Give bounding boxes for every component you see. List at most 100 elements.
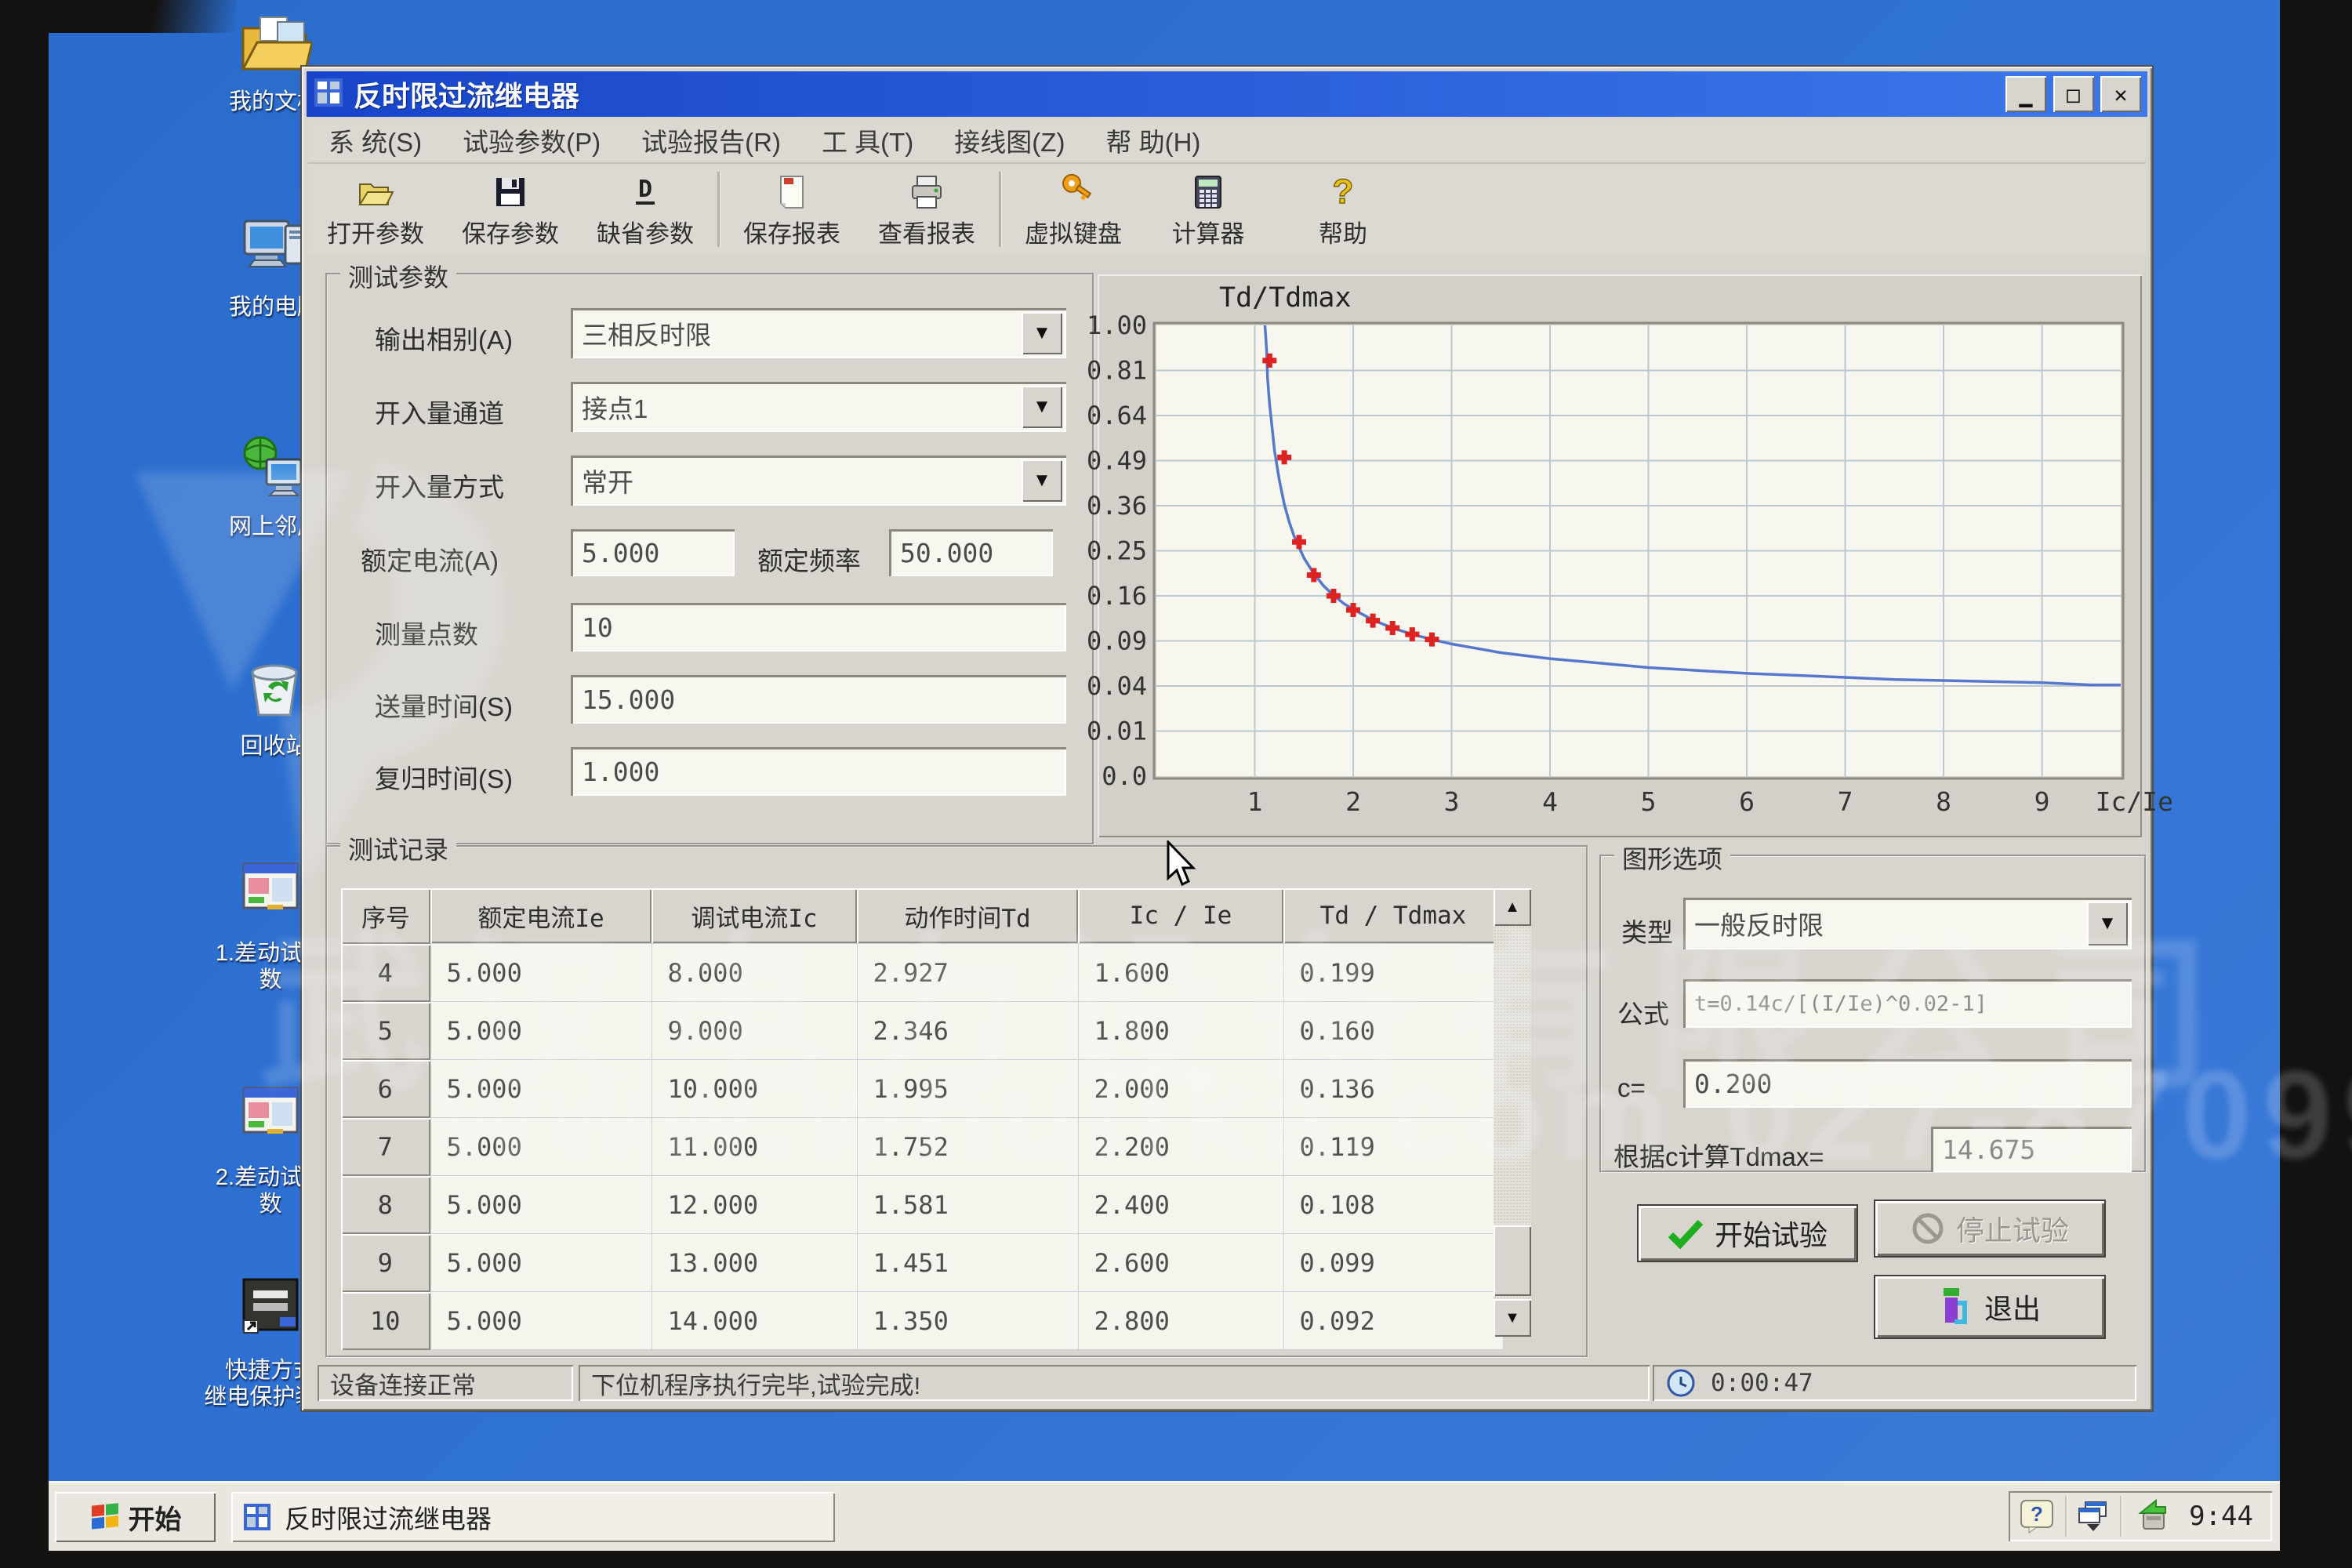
svg-text:0.49: 0.49 bbox=[1087, 446, 1147, 476]
rated-freq-label: 额定频率 bbox=[757, 540, 861, 578]
c-value: 0.200 bbox=[1694, 1069, 1772, 1099]
data-cell: 1.350 bbox=[857, 1292, 1078, 1350]
svg-text:0.81: 0.81 bbox=[1087, 356, 1147, 386]
help-bubble-icon[interactable]: ? bbox=[2020, 1499, 2054, 1534]
group-test-params-title: 测试参数 bbox=[340, 258, 456, 294]
menu-item-1[interactable]: 试验参数(P) bbox=[442, 118, 621, 162]
task-label: 反时限过流继电器 bbox=[285, 1498, 492, 1536]
start-test-button[interactable]: 开始试验 bbox=[1639, 1206, 1857, 1261]
recycle-bin-icon bbox=[237, 649, 312, 724]
restore-windows-icon[interactable] bbox=[2078, 1501, 2109, 1532]
column-header-0[interactable]: 序号 bbox=[341, 888, 430, 944]
output-phase-select[interactable]: 三相反时限 ▼ bbox=[571, 308, 1066, 358]
data-cell: 2.200 bbox=[1078, 1118, 1283, 1176]
row-number-cell: 8 bbox=[341, 1176, 430, 1234]
menu-item-4[interactable]: 接线图(Z) bbox=[934, 118, 1085, 162]
menu-item-2[interactable]: 试验报告(R) bbox=[621, 118, 801, 162]
input-mode-select[interactable]: 常开 ▼ bbox=[571, 456, 1066, 506]
feed-time-value: 15.000 bbox=[582, 684, 675, 715]
toolbar-label: 虚拟键盘 bbox=[1025, 214, 1122, 249]
chevron-down-icon[interactable]: ▼ bbox=[1022, 459, 1062, 502]
taskbar-clock: 9:44 bbox=[2181, 1501, 2261, 1532]
measure-points-label: 测量点数 bbox=[375, 614, 478, 652]
toolbar-virtual-keyboard-button[interactable]: 虚拟键盘 bbox=[1006, 167, 1141, 252]
maximize-button[interactable]: □ bbox=[2053, 76, 2094, 112]
toolbar-save-button[interactable]: 保存参数 bbox=[443, 167, 578, 252]
scroll-thumb[interactable] bbox=[1494, 1225, 1531, 1296]
formula-input[interactable]: t=0.14c/[(I/Ie)^0.02-1] bbox=[1683, 979, 2132, 1028]
input-channel-value: 接点1 bbox=[582, 388, 648, 426]
toolbar-help-button[interactable]: ?帮助 bbox=[1276, 167, 1410, 252]
table-row[interactable]: 55.0009.0002.3461.8000.160 bbox=[341, 1002, 1503, 1060]
table-row[interactable]: 75.00011.0001.7522.2000.119 bbox=[341, 1118, 1503, 1176]
photo-stage: 我的文档我的电脑网上邻居回收站1.差动试验 数2.差动试验 数快捷方式 继电保护… bbox=[0, 0, 2352, 1568]
toolbar-save-report-button[interactable]: 保存报表 bbox=[724, 167, 859, 252]
data-cell: 5.000 bbox=[430, 1234, 652, 1292]
stop-test-button[interactable]: 停止试验 bbox=[1875, 1201, 2104, 1256]
column-header-5[interactable]: Td / Tdmax bbox=[1283, 888, 1503, 944]
rated-current-input[interactable]: 5.000 bbox=[571, 529, 735, 576]
feed-time-input[interactable]: 15.000 bbox=[571, 675, 1066, 724]
svg-text:0.64: 0.64 bbox=[1087, 401, 1147, 430]
input-channel-select[interactable]: 接点1 ▼ bbox=[571, 382, 1066, 432]
svg-text:0.09: 0.09 bbox=[1087, 626, 1147, 656]
minimize-button[interactable]: ▁ bbox=[2005, 76, 2046, 112]
reset-time-input[interactable]: 1.000 bbox=[571, 747, 1066, 796]
svg-text:Ic/Ie: Ic/Ie bbox=[2096, 786, 2173, 817]
toolbar: 打开参数保存参数 D缺省参数保存报表查看报表虚拟键盘 计算器 ?帮助 bbox=[308, 162, 2146, 255]
system-tray: ? 9:44 bbox=[2009, 1491, 2272, 1541]
data-cell: 0.136 bbox=[1283, 1060, 1503, 1118]
rated-current-value: 5.000 bbox=[582, 538, 659, 568]
row-number-cell: 9 bbox=[341, 1234, 430, 1292]
chevron-down-icon[interactable]: ▼ bbox=[1022, 386, 1062, 428]
table-row[interactable]: 45.0008.0002.9271.6000.199 bbox=[341, 944, 1503, 1002]
data-cell: 5.000 bbox=[430, 1060, 652, 1118]
table-row[interactable]: 85.00012.0001.5812.4000.108 bbox=[341, 1176, 1503, 1234]
column-header-3[interactable]: 动作时间Td bbox=[857, 888, 1078, 944]
table-row[interactable]: 105.00014.0001.3502.8000.092 bbox=[341, 1292, 1503, 1350]
status-message: 下位机程序执行完毕,试验完成! bbox=[579, 1365, 1650, 1401]
exit-button[interactable]: 退出 bbox=[1875, 1276, 2104, 1338]
data-cell: 1.581 bbox=[857, 1176, 1078, 1234]
table-row[interactable]: 65.00010.0001.9952.0000.136 bbox=[341, 1060, 1503, 1118]
column-header-1[interactable]: 额定电流Ie bbox=[430, 888, 652, 944]
safely-remove-icon[interactable] bbox=[2132, 1497, 2170, 1535]
toolbar-label: 计算器 bbox=[1172, 214, 1245, 249]
toolbar-label: 保存参数 bbox=[462, 214, 559, 249]
toolbar-open-folder-button[interactable]: 打开参数 bbox=[308, 167, 443, 252]
reset-time-label: 复归时间(S) bbox=[375, 758, 513, 796]
toolbar-label: 帮助 bbox=[1319, 214, 1367, 249]
chart-panel: Td/Tdmax 1.000.810.640.490.360.250.160.0… bbox=[1098, 274, 2142, 837]
table-scrollbar[interactable]: ▲ ▼ bbox=[1494, 888, 1531, 1337]
close-button[interactable]: ✕ bbox=[2100, 76, 2141, 112]
menu-item-3[interactable]: 工 具(T) bbox=[801, 118, 934, 162]
exit-label: 退出 bbox=[1984, 1287, 2041, 1327]
status-device: 设备连接正常 bbox=[318, 1365, 573, 1401]
menu-item-0[interactable]: 系 统(S) bbox=[308, 118, 442, 162]
tdmax-input[interactable]: 14.675 bbox=[1931, 1127, 2132, 1172]
rated-freq-input[interactable]: 50.000 bbox=[889, 529, 1053, 576]
table-row[interactable]: 95.00013.0001.4512.6000.099 bbox=[341, 1234, 1503, 1292]
data-cell: 1.451 bbox=[857, 1234, 1078, 1292]
start-button[interactable]: 开始 bbox=[55, 1492, 216, 1542]
toolbar-default-params-button[interactable]: D缺省参数 bbox=[578, 167, 713, 252]
scroll-down-icon[interactable]: ▼ bbox=[1494, 1299, 1531, 1337]
toolbar-calculator-button[interactable]: 计算器 bbox=[1141, 167, 1276, 252]
scroll-up-icon[interactable]: ▲ bbox=[1494, 888, 1531, 926]
curve-type-select[interactable]: 一般反时限 ▼ bbox=[1683, 898, 2132, 949]
measure-points-input[interactable]: 10 bbox=[571, 603, 1066, 652]
rated-current-label: 额定电流(A) bbox=[361, 540, 499, 578]
data-cell: 13.000 bbox=[652, 1234, 857, 1292]
svg-text:0.04: 0.04 bbox=[1087, 671, 1147, 701]
toolbar-view-report-button[interactable]: 查看报表 bbox=[859, 167, 994, 252]
chevron-down-icon[interactable]: ▼ bbox=[1022, 312, 1062, 354]
feed-time-label: 送量时间(S) bbox=[375, 686, 513, 724]
chevron-down-icon[interactable]: ▼ bbox=[2087, 902, 2128, 946]
column-header-2[interactable]: 调试电流Ic bbox=[652, 888, 857, 944]
c-input[interactable]: 0.200 bbox=[1683, 1059, 2132, 1108]
records-table: 序号额定电流Ie调试电流Ic动作时间TdIc / IeTd / Tdmax45.… bbox=[341, 888, 1504, 1350]
data-cell: 2.346 bbox=[857, 1002, 1078, 1060]
column-header-4[interactable]: Ic / Ie bbox=[1078, 888, 1283, 944]
taskbar-task-button[interactable]: 反时限过流继电器 bbox=[231, 1492, 835, 1542]
menu-item-5[interactable]: 帮 助(H) bbox=[1085, 118, 1221, 162]
